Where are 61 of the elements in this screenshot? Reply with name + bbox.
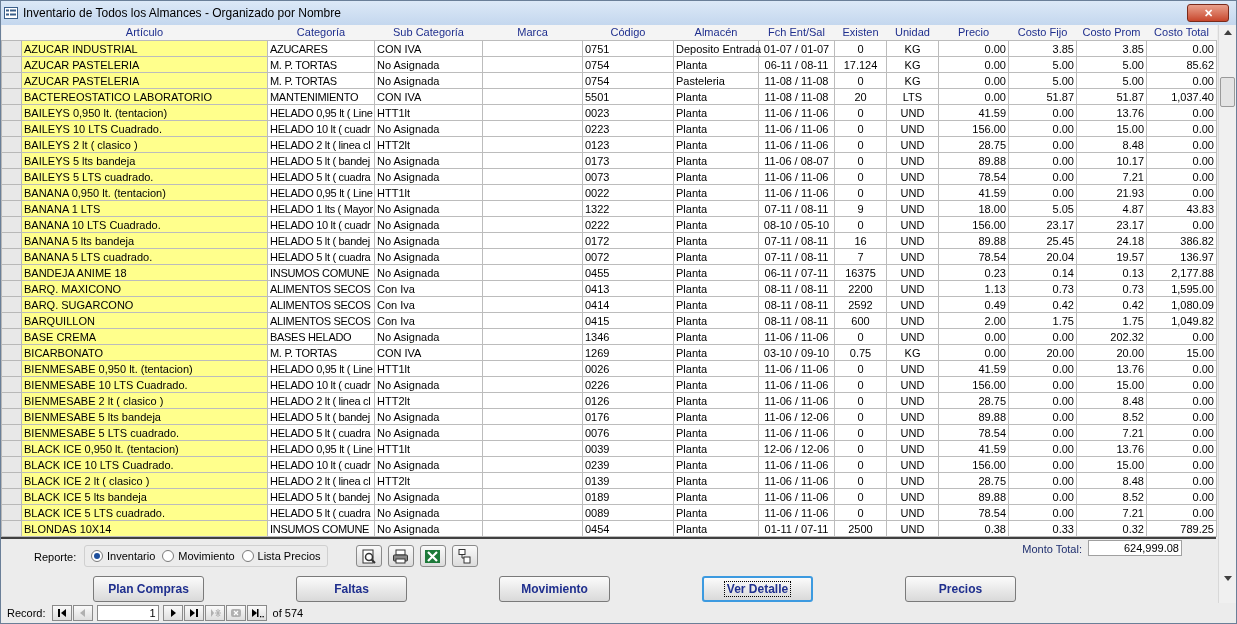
table-cell: 0751: [582, 40, 674, 57]
column-header[interactable]: Existen: [834, 25, 887, 41]
action-button[interactable]: Precios: [905, 576, 1016, 602]
preview-icon: [360, 547, 378, 565]
column-header[interactable]: Fch Ent/Sal: [758, 25, 835, 41]
column-header[interactable]: Costo Total: [1146, 25, 1217, 41]
record-count: of 574: [272, 605, 304, 621]
table-cell: KG: [886, 40, 939, 57]
radio-button[interactable]: [241, 550, 254, 562]
radio-label[interactable]: Inventario: [107, 547, 156, 565]
action-button[interactable]: Movimiento: [499, 576, 610, 602]
table-cell: CON IVA: [374, 40, 483, 57]
column-header[interactable]: Sub Categoría: [374, 25, 483, 41]
scroll-down-icon[interactable]: [1223, 576, 1232, 581]
export-button[interactable]: [451, 545, 478, 567]
export-icon: [456, 547, 474, 565]
radio-button[interactable]: [162, 550, 175, 562]
window-title: Inventario de Todos los Almances - Organizado por Nombre: [23, 5, 341, 22]
scroll-up-icon[interactable]: [1223, 30, 1232, 35]
record-field[interactable]: 1: [96, 605, 159, 621]
table-cell: 0.00: [938, 40, 1009, 57]
table-cell: 3.85: [1076, 40, 1147, 57]
printer-icon: [392, 547, 410, 565]
action-button[interactable]: Plan Compras: [93, 576, 204, 602]
total-field: 624,999.08: [1088, 540, 1182, 556]
column-header[interactable]: Costo Fijo: [1008, 25, 1077, 41]
last-record-button[interactable]: [183, 605, 204, 621]
vertical-scrollbar[interactable]: [1218, 25, 1236, 603]
table-cell: 3.85: [1008, 40, 1077, 57]
table-cell: 0.00: [1146, 40, 1217, 57]
table-cell: AZUCAR INDUSTRIAL: [21, 40, 268, 57]
spreadsheet-icon: [424, 547, 442, 565]
record-label: Record:: [7, 605, 46, 621]
row-selector[interactable]: [1, 40, 22, 57]
radio-label[interactable]: Movimiento: [178, 547, 235, 565]
radio-button[interactable]: [91, 550, 103, 562]
action-button[interactable]: Ver Detalle: [702, 576, 813, 602]
table-cell: 0: [834, 40, 887, 57]
column-header[interactable]: Costo Prom: [1076, 25, 1147, 41]
next-record-button[interactable]: [162, 605, 183, 621]
column-header[interactable]: Unidad: [886, 25, 939, 41]
first-record-button[interactable]: [51, 605, 72, 621]
total-label: Monto Total:: [1022, 542, 1082, 557]
delete-record-icon: [228, 606, 243, 620]
column-header[interactable]: Categoría: [267, 25, 375, 41]
report-label: Reporte:: [34, 550, 78, 565]
column-header[interactable]: Artículo: [21, 25, 268, 41]
column-header[interactable]: Marca: [482, 25, 583, 41]
last-new-record-icon: [249, 606, 264, 620]
table-cell: AZUCARES: [267, 40, 375, 57]
column-header[interactable]: Almacén: [673, 25, 759, 41]
scroll-thumb[interactable]: [1220, 77, 1235, 107]
form-icon: [4, 7, 18, 19]
column-header[interactable]: Precio: [938, 25, 1009, 41]
last-new-record-button[interactable]: [246, 605, 267, 621]
table-cell: Deposito Entrada: [673, 40, 759, 57]
print-button[interactable]: [387, 545, 414, 567]
preview-button[interactable]: [355, 545, 382, 567]
radio-label[interactable]: Lista Precios: [257, 547, 321, 565]
action-button[interactable]: Faltas: [296, 576, 407, 602]
column-header[interactable]: Código: [582, 25, 674, 41]
